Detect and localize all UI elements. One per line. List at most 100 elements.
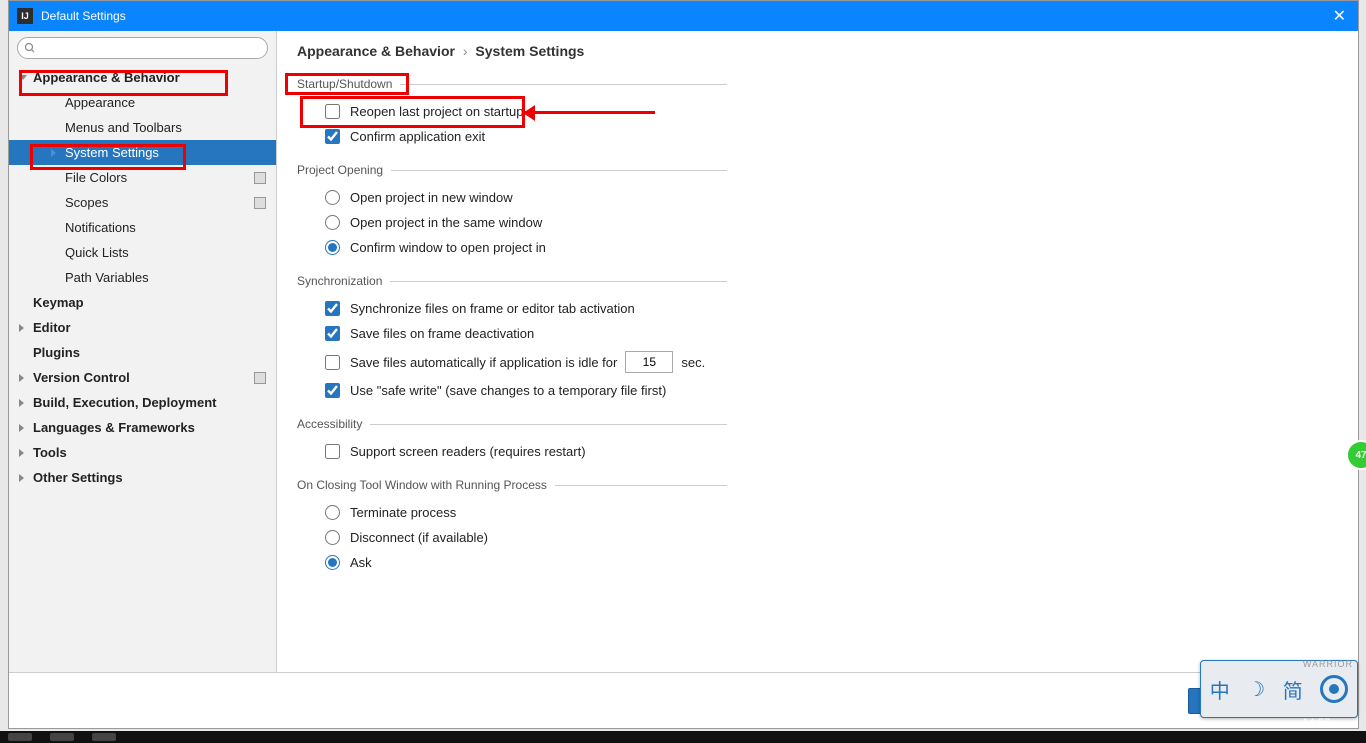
opt-save-deactivation[interactable]: Save files on frame deactivation — [297, 321, 727, 346]
opt-terminate[interactable]: Terminate process — [297, 500, 727, 525]
opt-ask[interactable]: Ask — [297, 550, 727, 575]
sidebar-item-label: Other Settings — [33, 470, 123, 485]
sidebar-item-editor[interactable]: Editor — [9, 315, 276, 340]
sidebar-item-languages-frameworks[interactable]: Languages & Frameworks — [9, 415, 276, 440]
checkbox-sync-frame[interactable] — [325, 301, 340, 316]
chevron-right-icon — [19, 374, 24, 382]
chevron-right-icon — [19, 424, 24, 432]
radio-new-window[interactable] — [325, 190, 340, 205]
chevron-right-icon — [19, 324, 24, 332]
sidebar-item-scopes[interactable]: Scopes — [9, 190, 276, 215]
search-input[interactable] — [17, 37, 268, 59]
chevron-right-icon — [19, 399, 24, 407]
sidebar-item-other-settings[interactable]: Other Settings — [9, 465, 276, 490]
sidebar-item-system-settings[interactable]: System Settings — [9, 140, 276, 165]
opt-screen-readers[interactable]: Support screen readers (requires restart… — [297, 439, 727, 464]
taskbar-icon[interactable] — [92, 733, 116, 741]
sidebar-item-label: Notifications — [65, 220, 136, 235]
sidebar-item-label: Build, Execution, Deployment — [33, 395, 216, 410]
opt-confirm-exit[interactable]: Confirm application exit — [297, 124, 727, 149]
chevron-right-icon — [51, 149, 56, 157]
opt-safe-write[interactable]: Use "safe write" (save changes to a temp… — [297, 378, 727, 403]
radio-same-window[interactable] — [325, 215, 340, 230]
sidebar-item-tools[interactable]: Tools — [9, 440, 276, 465]
opt-open-same-window[interactable]: Open project in the same window — [297, 210, 727, 235]
sidebar-item-notifications[interactable]: Notifications — [9, 215, 276, 240]
checkbox-screen-readers[interactable] — [325, 444, 340, 459]
sidebar-item-build-execution-deployment[interactable]: Build, Execution, Deployment — [9, 390, 276, 415]
sidebar-item-label: Version Control — [33, 370, 130, 385]
sidebar-item-appearance-behavior[interactable]: Appearance & Behavior — [9, 65, 276, 90]
idle-seconds-input[interactable] — [625, 351, 673, 373]
sidebar-item-quick-lists[interactable]: Quick Lists — [9, 240, 276, 265]
section-sync-title: Synchronization — [297, 274, 727, 288]
ime-tag: WARRIOR — [1303, 659, 1353, 669]
sidebar-item-keymap[interactable]: Keymap — [9, 290, 276, 315]
breadcrumb-parent[interactable]: Appearance & Behavior — [297, 43, 455, 59]
checkbox-save-deact[interactable] — [325, 326, 340, 341]
dialog-footer: OK Cancel — [9, 672, 1358, 728]
settings-window: IJ Default Settings ✕ Appearance & Behav… — [8, 0, 1359, 729]
sidebar-item-label: File Colors — [65, 170, 127, 185]
opt-reopen-last-project[interactable]: Reopen last project on startup — [297, 99, 727, 124]
opt-save-idle[interactable]: Save files automatically if application … — [297, 346, 727, 378]
opt-open-new-window[interactable]: Open project in new window — [297, 185, 727, 210]
sidebar-item-label: Path Variables — [65, 270, 149, 285]
moon-icon[interactable]: ☽ — [1247, 677, 1265, 702]
chevron-right-icon — [19, 474, 24, 482]
taskbar-icon[interactable] — [50, 733, 74, 741]
checkbox-confirm-exit[interactable] — [325, 129, 340, 144]
sidebar-item-label: Languages & Frameworks — [33, 420, 195, 435]
sidebar: Appearance & Behavior Appearance Menus and… — [9, 31, 277, 672]
radio-disconnect[interactable] — [325, 530, 340, 545]
sidebar-item-menus-and-toolbars[interactable]: Menus and Toolbars — [9, 115, 276, 140]
sidebar-item-label: Quick Lists — [65, 245, 129, 260]
checkbox-save-idle[interactable] — [325, 355, 340, 370]
system-clock: 14:57 — [1302, 717, 1330, 729]
radio-terminate[interactable] — [325, 505, 340, 520]
sidebar-item-plugins[interactable]: Plugins — [9, 340, 276, 365]
sidebar-item-label: Menus and Toolbars — [65, 120, 182, 135]
chevron-right-icon: › — [463, 43, 468, 59]
project-badge-icon — [254, 197, 266, 209]
content-panel: Appearance & Behavior › System Settings … — [277, 31, 1358, 672]
section-closing-title: On Closing Tool Window with Running Proc… — [297, 478, 727, 492]
close-icon[interactable]: ✕ — [1329, 6, 1350, 26]
chevron-right-icon — [19, 449, 24, 457]
sidebar-item-label: Keymap — [33, 295, 84, 310]
breadcrumb: Appearance & Behavior › System Settings — [297, 43, 1338, 59]
gear-icon[interactable] — [1320, 675, 1348, 703]
sidebar-item-label: Appearance & Behavior — [33, 70, 180, 85]
project-badge-icon — [254, 172, 266, 184]
ime-widget[interactable]: WARRIOR 中 ☽ 简 — [1200, 660, 1358, 718]
taskbar[interactable] — [0, 731, 1366, 743]
sidebar-item-label: Scopes — [65, 195, 108, 210]
sidebar-item-appearance[interactable]: Appearance — [9, 90, 276, 115]
app-icon: IJ — [17, 8, 33, 24]
checkbox-safe-write[interactable] — [325, 383, 340, 398]
titlebar[interactable]: IJ Default Settings ✕ — [9, 1, 1358, 31]
opt-disconnect[interactable]: Disconnect (if available) — [297, 525, 727, 550]
opt-sync-frame[interactable]: Synchronize files on frame or editor tab… — [297, 296, 727, 321]
window-title: Default Settings — [41, 9, 1329, 23]
radio-ask[interactable] — [325, 555, 340, 570]
sidebar-item-file-colors[interactable]: File Colors — [9, 165, 276, 190]
sidebar-item-label: Appearance — [65, 95, 135, 110]
sidebar-item-version-control[interactable]: Version Control — [9, 365, 276, 390]
opt-confirm-open[interactable]: Confirm window to open project in — [297, 235, 727, 260]
sidebar-item-label: Editor — [33, 320, 71, 335]
checkbox-reopen[interactable] — [325, 104, 340, 119]
ime-lang[interactable]: 中 — [1210, 675, 1230, 704]
sidebar-item-label: Tools — [33, 445, 67, 460]
ime-mode[interactable]: 简 — [1283, 675, 1303, 704]
chevron-down-icon — [19, 75, 27, 80]
project-badge-icon — [254, 372, 266, 384]
breadcrumb-current: System Settings — [475, 43, 584, 59]
sidebar-item-path-variables[interactable]: Path Variables — [9, 265, 276, 290]
section-access-title: Accessibility — [297, 417, 727, 431]
radio-confirm-open[interactable] — [325, 240, 340, 255]
sidebar-item-label: System Settings — [65, 145, 159, 160]
settings-tree: Appearance & Behavior Appearance Menus and… — [9, 65, 276, 490]
taskbar-icon[interactable] — [8, 733, 32, 741]
sidebar-item-label: Plugins — [33, 345, 80, 360]
